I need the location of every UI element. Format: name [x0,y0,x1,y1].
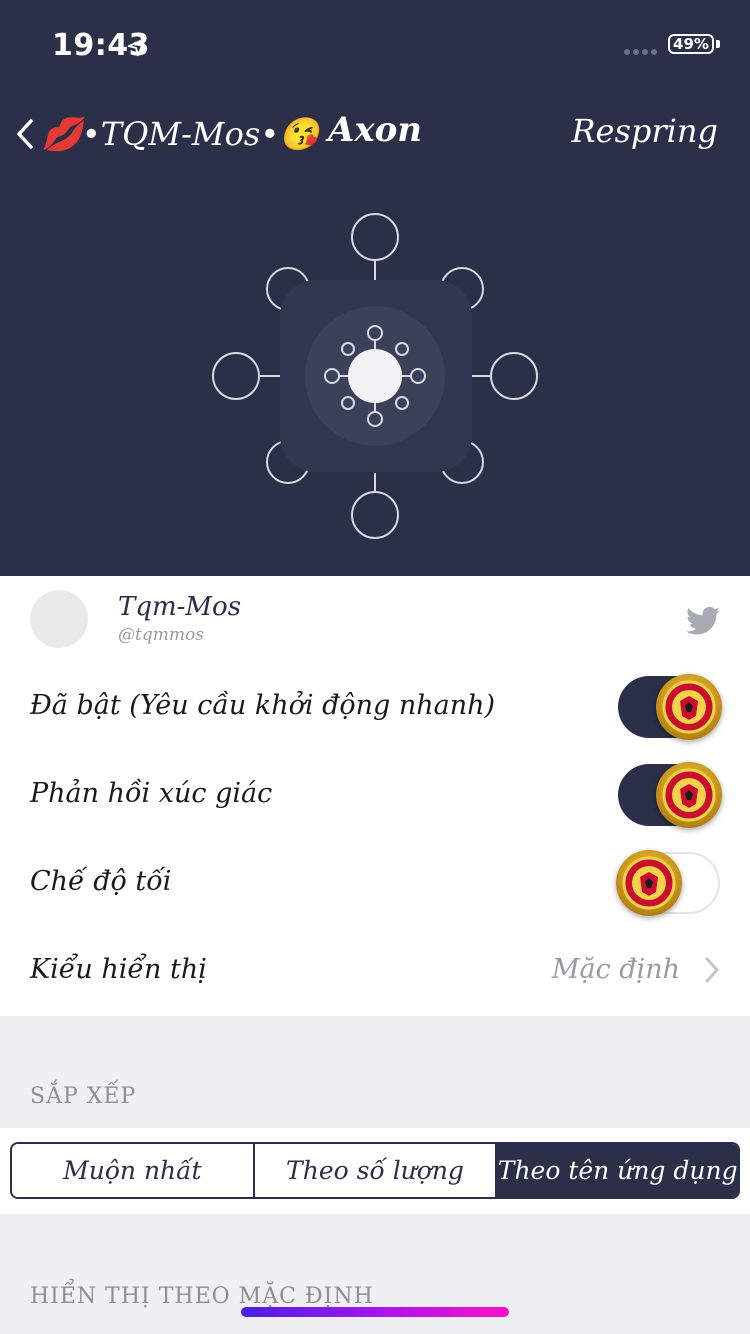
setting-label-display-style: Kiểu hiển thị [30,954,207,985]
section-header-sort: SẮP XẾP [30,1084,137,1109]
toggle-knob-crest-icon [656,762,722,828]
setting-label-dark-mode: Chế độ tối [30,866,172,897]
avatar[interactable] [30,590,88,648]
battery-icon: 49% [668,34,714,54]
profile-name[interactable]: Tqm-Mos [118,592,241,622]
display-style-value: Mặc định [551,954,680,985]
sort-option-latest[interactable]: Muộn nhất [12,1144,255,1197]
setting-label-enabled: Đã bật (Yêu cầu khởi động nhanh) [30,690,496,721]
chevron-right-icon [705,957,719,983]
toggle-knob-crest-icon [616,850,682,916]
sort-option-app-name[interactable]: Theo tên ứng dụng [497,1144,738,1197]
setting-row-display-style[interactable]: Kiểu hiển thị Mặc định [0,926,750,1014]
home-indicator[interactable] [241,1307,509,1317]
back-button[interactable]: 💋•TQM-Mos•😘 [14,112,319,156]
axon-logo-icon [212,213,538,539]
section-header-default: HIỂN THỊ THEO MẶC ĐỊNH [30,1284,374,1309]
toggle-enabled[interactable] [618,674,722,740]
toggle-dark-mode[interactable] [616,850,720,916]
setting-row-haptic: Phản hồi xúc giác [0,750,750,838]
setting-label-haptic: Phản hồi xúc giác [30,778,273,809]
setting-row-dark-mode: Chế độ tối [0,838,750,926]
location-arrow-icon [127,37,147,57]
header: 19:43 49% 💋•TQM-Mos•😘 Axon Respring [0,0,750,576]
back-button-label: 💋•TQM-Mos•😘 [42,115,320,153]
profile-handle: @tqmmos [118,625,204,645]
signal-icon [624,49,657,55]
twitter-icon[interactable] [686,606,720,636]
respring-button[interactable]: Respring [571,112,718,150]
toggle-knob-crest-icon [656,674,722,740]
battery-percent: 49% [673,35,709,53]
setting-row-enabled: Đã bật (Yêu cầu khởi động nhanh) [0,662,750,750]
battery-cap [716,40,720,48]
settings-card: Tqm-Mos @tqmmos Đã bật (Yêu cầu khởi độn… [0,576,750,1016]
toggle-haptic[interactable] [618,762,722,828]
chevron-left-icon [17,119,33,149]
sort-segmented-control: Muộn nhất Theo số lượng Theo tên ứng dụn… [10,1142,740,1199]
sort-option-count[interactable]: Theo số lượng [254,1144,498,1197]
